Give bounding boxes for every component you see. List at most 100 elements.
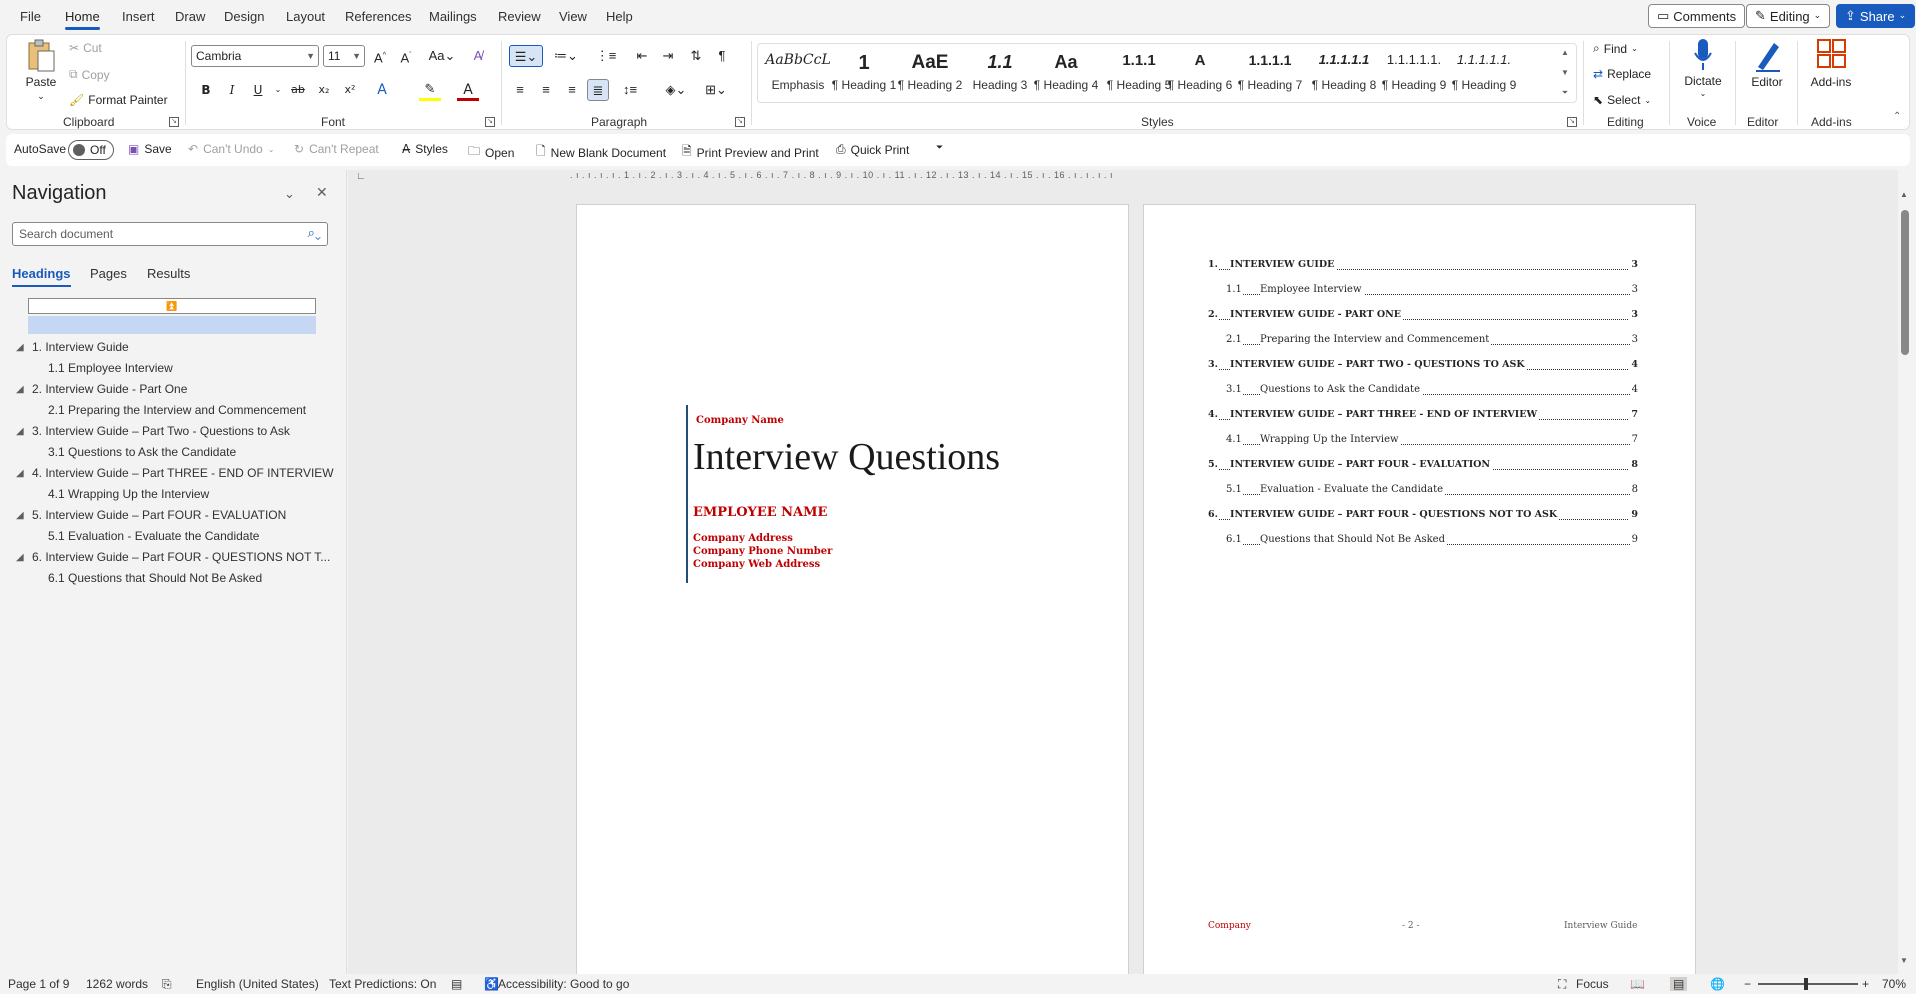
toc-entry[interactable]: 3.1 Questions to Ask the Candidate 4 xyxy=(1226,384,1638,398)
style-heading-7[interactable]: 1.1.1.1 ¶ Heading 7 xyxy=(1234,44,1306,102)
addins-button[interactable]: Add-ins xyxy=(1803,37,1859,89)
expand-triangle-icon[interactable]: ◢ xyxy=(16,510,24,521)
scrollbar-thumb[interactable] xyxy=(1901,210,1909,355)
comments-button[interactable]: ▭ Comments xyxy=(1648,4,1746,28)
align-left-icon[interactable]: ≡ xyxy=(509,79,531,101)
editing-mode-button[interactable]: ✎ Editing ⌄ xyxy=(1746,4,1831,28)
style-heading-8[interactable]: 1.1.1.1.1 ¶ Heading 8 xyxy=(1308,44,1380,102)
decrease-indent-icon[interactable]: ⇤ xyxy=(631,45,653,67)
tab-results[interactable]: Results xyxy=(147,266,190,281)
menu-view[interactable]: View xyxy=(559,9,587,24)
menu-draw[interactable]: Draw xyxy=(175,9,205,24)
scroll-up-icon[interactable]: ▲ xyxy=(1900,190,1908,199)
styles-quick-button[interactable]: A̶ Styles xyxy=(402,142,448,156)
find-button[interactable]: ⌕ Find ⌄ xyxy=(1593,41,1638,56)
toc-entry[interactable]: 6. INTERVIEW GUIDE – PART FOUR - QUESTION… xyxy=(1208,509,1638,523)
show-formatting-marks-icon[interactable]: ¶ xyxy=(711,45,733,67)
font-launcher-icon[interactable]: ↘ xyxy=(485,117,495,127)
heading-item[interactable]: 4.1 Wrapping Up the Interview xyxy=(48,487,209,501)
font-color-icon[interactable]: A xyxy=(457,79,479,101)
shrink-font-icon[interactable]: Aˇ xyxy=(395,45,417,67)
borders-icon[interactable]: ⊞⌄ xyxy=(701,79,731,101)
menu-file[interactable]: File xyxy=(20,9,41,24)
increase-indent-icon[interactable]: ⇥ xyxy=(657,45,679,67)
heading-item[interactable]: 6. Interview Guide – Part FOUR - QUESTIO… xyxy=(32,550,330,564)
toc-entry[interactable]: 4. INTERVIEW GUIDE – PART THREE - END OF … xyxy=(1208,409,1638,423)
page-count[interactable]: Page 1 of 9 xyxy=(8,977,69,991)
toc-entry[interactable]: 1. INTERVIEW GUIDE 3 xyxy=(1208,259,1638,273)
macro-record-icon[interactable]: ▤ xyxy=(451,977,462,991)
heading-item[interactable]: 1.1 Employee Interview xyxy=(48,361,173,375)
bold-icon[interactable]: B xyxy=(195,79,217,101)
style-heading-9b[interactable]: 1.1.1.1.1. ¶ Heading 9 xyxy=(1448,44,1520,102)
styles-gallery-scroll[interactable]: ▲ ▼ ⏷ xyxy=(1555,43,1575,103)
toc-entry[interactable]: 2.1 Preparing the Interview and Commencem… xyxy=(1226,334,1638,348)
customize-qat-icon[interactable]: ⏷ xyxy=(936,142,943,153)
accessibility-status[interactable]: Accessibility: Good to go xyxy=(498,977,629,991)
clipboard-launcher-icon[interactable]: ↘ xyxy=(169,117,179,127)
change-case-icon[interactable]: Aa⌄ xyxy=(425,45,459,67)
heading-item[interactable]: 1. Interview Guide xyxy=(32,340,129,354)
copy-button[interactable]: ⧉ Copy xyxy=(69,67,110,82)
highlight-icon[interactable]: ✎ xyxy=(419,79,441,101)
text-effects-icon[interactable]: A xyxy=(371,79,393,101)
save-button[interactable]: ▣ Save xyxy=(128,142,172,156)
style-heading-9[interactable]: 1.1.1.1.1. ¶ Heading 9 xyxy=(1378,44,1450,102)
share-button[interactable]: ⇪ Share ⌄ xyxy=(1836,4,1916,28)
search-input[interactable]: Search document ⌕⌄ xyxy=(12,222,328,246)
editor-button[interactable]: Editor xyxy=(1741,37,1793,89)
page-2[interactable]: 1. INTERVIEW GUIDE 3 1.1 Employee Interview… xyxy=(1143,204,1696,974)
font-size-dropdown[interactable]: 11 ▼ xyxy=(323,45,365,67)
style-heading-6[interactable]: A ¶ Heading 6 xyxy=(1164,44,1236,102)
collapse-ribbon-icon[interactable]: ⌃ xyxy=(1893,111,1901,122)
scroll-up-icon[interactable]: ▲ xyxy=(1555,43,1575,63)
strikethrough-icon[interactable]: ab xyxy=(287,79,309,101)
numbering-icon[interactable]: ≔⌄ xyxy=(551,45,581,67)
heading-item[interactable]: 3. Interview Guide – Part Two - Question… xyxy=(32,424,290,438)
expand-triangle-icon[interactable]: ◢ xyxy=(16,552,24,563)
subscript-icon[interactable]: x₂ xyxy=(313,79,335,101)
font-name-dropdown[interactable]: Cambria ▼ xyxy=(191,45,319,67)
zoom-slider[interactable] xyxy=(1758,978,1858,990)
zoom-out-icon[interactable]: − xyxy=(1744,977,1751,991)
vertical-scrollbar[interactable]: ▲ ▼ xyxy=(1898,190,1912,970)
menu-layout[interactable]: Layout xyxy=(286,9,325,24)
language-status[interactable]: English (United States) xyxy=(196,977,319,991)
menu-review[interactable]: Review xyxy=(498,9,541,24)
superscript-icon[interactable]: x² xyxy=(339,79,361,101)
heading-item[interactable]: 6.1 Questions that Should Not Be Asked xyxy=(48,571,262,585)
autosave-toggle[interactable]: Off xyxy=(68,140,114,160)
web-layout-icon[interactable]: 🌐 xyxy=(1710,977,1725,991)
expand-triangle-icon[interactable]: ◢ xyxy=(16,342,24,353)
toc-entry[interactable]: 1.1 Employee Interview 3 xyxy=(1226,284,1638,298)
menu-home[interactable]: Home xyxy=(65,9,100,30)
cut-button[interactable]: ✂ Cut xyxy=(69,41,102,55)
toc-entry[interactable]: 6.1 Questions that Should Not Be Asked 9 xyxy=(1226,534,1638,548)
zoom-in-icon[interactable]: + xyxy=(1862,977,1869,991)
heading-item[interactable]: 5.1 Evaluation - Evaluate the Candidate xyxy=(48,529,259,543)
shading-icon[interactable]: ◈⌄ xyxy=(661,79,691,101)
focus-icon[interactable]: ⛶ xyxy=(1558,977,1566,992)
collapse-all-button[interactable]: ⏫ xyxy=(28,298,316,314)
replace-button[interactable]: ⇄ Replace xyxy=(1593,67,1651,81)
print-preview-button[interactable]: 🗎 Print Preview and Print xyxy=(682,142,819,163)
focus-mode-button[interactable]: Focus xyxy=(1576,977,1609,991)
repeat-button[interactable]: ↻ Can't Repeat xyxy=(294,142,379,156)
expand-gallery-icon[interactable]: ⏷ xyxy=(1555,83,1575,103)
style-heading-1[interactable]: 1 ¶ Heading 1 xyxy=(828,44,900,102)
search-icon[interactable]: ⌕⌄ xyxy=(308,225,321,241)
zoom-slider-thumb[interactable] xyxy=(1804,978,1808,990)
align-center-icon[interactable]: ≡ xyxy=(535,79,557,101)
italic-icon[interactable]: I xyxy=(221,79,243,101)
heading-item[interactable]: 5. Interview Guide – Part FOUR - EVALUAT… xyxy=(32,508,286,522)
multilevel-list-icon[interactable]: ⋮≡ xyxy=(591,45,621,67)
proofing-icon[interactable]: ⎘ xyxy=(162,977,172,992)
read-mode-icon[interactable]: 📖 xyxy=(1630,977,1645,991)
underline-icon[interactable]: U xyxy=(247,79,269,101)
toc-entry[interactable]: 5.1 Evaluation - Evaluate the Candidate 8 xyxy=(1226,484,1638,498)
toc-entry[interactable]: 4.1 Wrapping Up the Interview 7 xyxy=(1226,434,1638,448)
justify-icon[interactable]: ≣ xyxy=(587,79,609,101)
toc-entry[interactable]: 3. INTERVIEW GUIDE – PART TWO - QUESTIONS… xyxy=(1208,359,1638,373)
dictate-button[interactable]: Dictate ⌄ xyxy=(1675,37,1731,98)
expand-triangle-icon[interactable]: ◢ xyxy=(16,426,24,437)
